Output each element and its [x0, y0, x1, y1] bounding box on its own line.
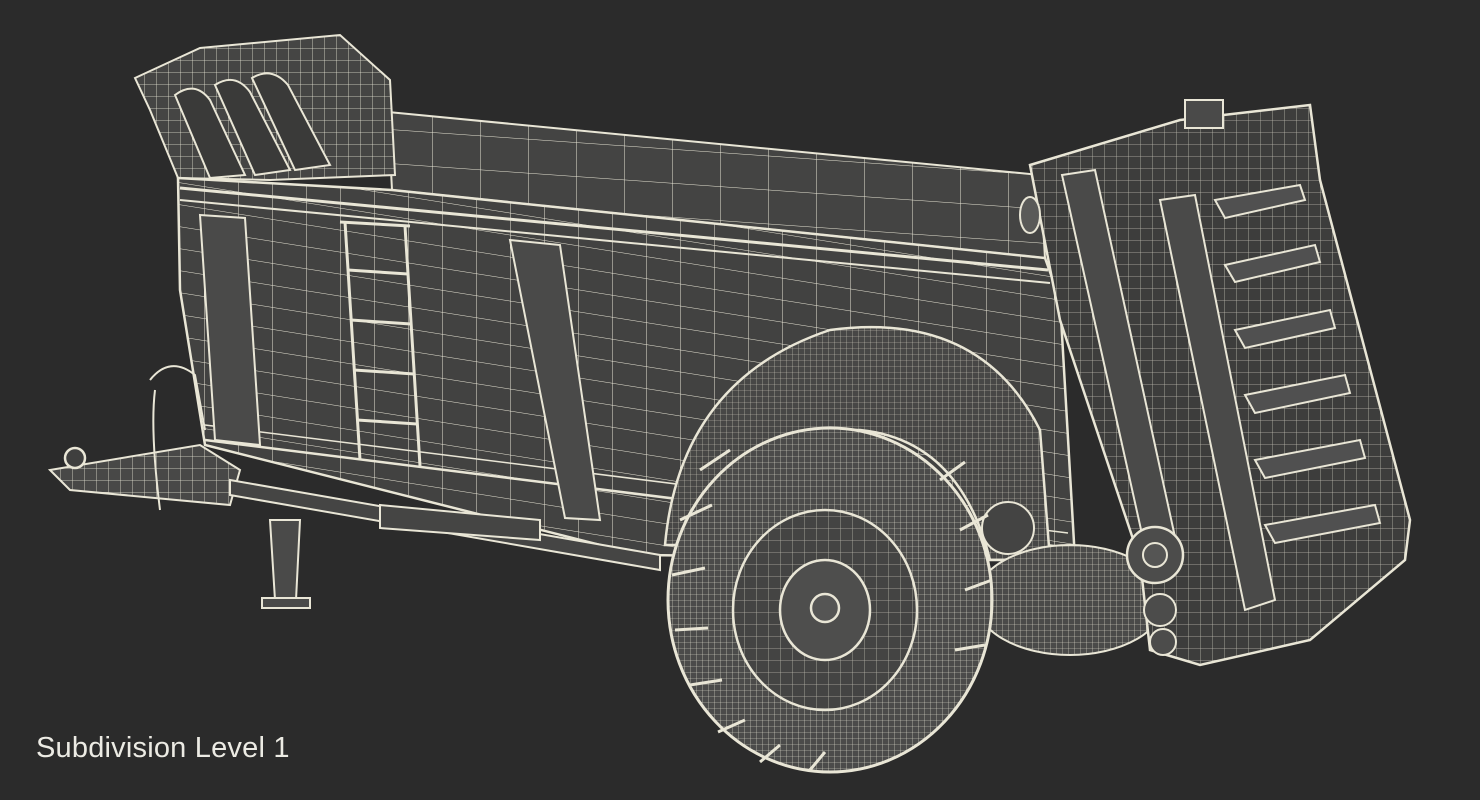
- support-jack: [261, 519, 311, 609]
- subdivision-level-caption: Subdivision Level 1: [36, 732, 290, 764]
- front-headboard: [133, 33, 397, 182]
- main-wheel: [666, 426, 994, 774]
- spreader-wireframe-render: [47, 33, 1412, 774]
- render-viewport: Subdivision Level 1: [0, 0, 1480, 800]
